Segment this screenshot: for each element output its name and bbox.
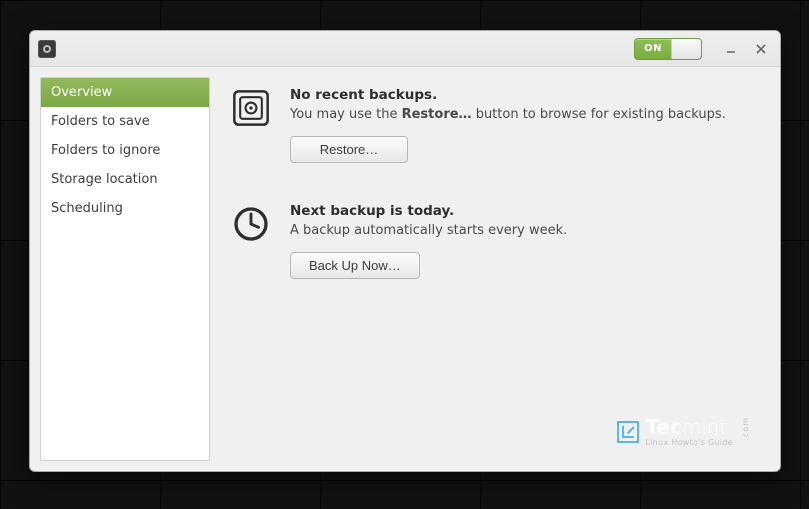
safe-icon [230, 87, 272, 129]
sidebar-item-scheduling[interactable]: Scheduling [41, 194, 209, 223]
sidebar-item-folders-to-ignore[interactable]: Folders to ignore [41, 136, 209, 165]
minimize-button[interactable] [720, 38, 742, 60]
app-icon-glyph [43, 45, 51, 53]
content-area: No recent backups. You may use the Resto… [210, 77, 770, 461]
window-body: Overview Folders to save Folders to igno… [30, 67, 780, 471]
sidebar-item-label: Scheduling [51, 201, 123, 216]
sub-suffix: button to browse for existing backups. [472, 107, 726, 122]
schedule-subtitle: A backup automatically starts every week… [290, 223, 760, 238]
sidebar-item-label: Storage location [51, 172, 158, 187]
watermark-brand-bold: Tec [645, 415, 681, 439]
watermark-tagline: Linux Howto's Guide [645, 439, 733, 447]
backup-status-section: No recent backups. You may use the Resto… [230, 87, 760, 163]
backup-status-title: No recent backups. [290, 87, 760, 103]
close-button[interactable] [750, 38, 772, 60]
watermark-icon [617, 421, 639, 443]
app-icon [38, 40, 56, 58]
watermark-brand: Tecmint [645, 417, 733, 437]
sidebar-item-storage-location[interactable]: Storage location [41, 165, 209, 194]
sidebar-item-label: Folders to ignore [51, 143, 160, 158]
sidebar-item-label: Overview [51, 85, 112, 100]
restore-button[interactable]: Restore… [290, 136, 408, 163]
clock-icon [230, 203, 272, 245]
close-icon [755, 43, 767, 55]
sidebar-item-label: Folders to save [51, 114, 150, 129]
toggle-knob [671, 39, 701, 59]
sidebar-item-overview[interactable]: Overview [41, 78, 209, 107]
sub-bold: Restore… [402, 107, 472, 122]
minimize-icon [725, 43, 737, 55]
watermark-text: Tecmint Linux Howto's Guide [645, 417, 733, 447]
backup-status-body: No recent backups. You may use the Resto… [290, 87, 760, 163]
schedule-section: Next backup is today. A backup automatic… [230, 203, 760, 279]
sidebar: Overview Folders to save Folders to igno… [40, 77, 210, 461]
sidebar-item-folders-to-save[interactable]: Folders to save [41, 107, 209, 136]
sub-prefix: You may use the [290, 107, 402, 122]
watermark-suffix: .com [741, 417, 750, 441]
titlebar: ON [30, 31, 780, 67]
watermark: Tecmint Linux Howto's Guide .com [617, 417, 750, 447]
toggle-on-label: ON [635, 39, 671, 59]
watermark-brand-light: mint [682, 415, 728, 439]
schedule-body: Next backup is today. A backup automatic… [290, 203, 760, 279]
backup-toggle[interactable]: ON [634, 38, 702, 60]
backup-now-button[interactable]: Back Up Now… [290, 252, 420, 279]
schedule-title: Next backup is today. [290, 203, 760, 219]
backup-window: ON Overview Folders to save Folders to i… [29, 30, 781, 472]
backup-status-subtitle: You may use the Restore… button to brows… [290, 107, 760, 122]
